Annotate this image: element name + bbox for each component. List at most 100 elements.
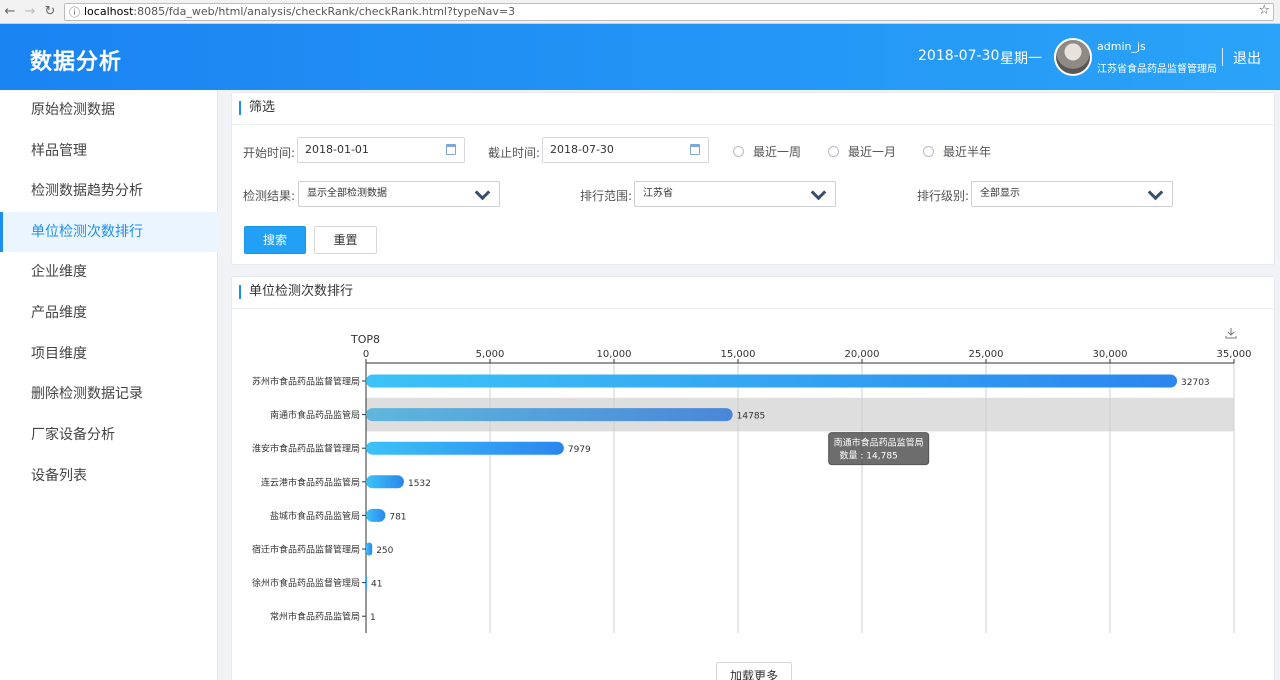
bar: [366, 441, 564, 455]
radio-label: 最近一月: [848, 145, 897, 159]
sidebar-item-raw-data[interactable]: 原始检测数据: [0, 90, 218, 130]
x-tick-label: 0: [363, 349, 369, 360]
radio-label: 最近半年: [943, 145, 992, 159]
sidebar: 原始检测数据 样品管理 检测数据趋势分析 单位检测次数排行 企业维度 产品维度 …: [0, 90, 218, 680]
radio-last-half-year[interactable]: 最近半年: [923, 143, 991, 160]
bar: [366, 475, 404, 489]
y-tick-label: 盐城市食品药品监管局: [270, 510, 360, 522]
range-select[interactable]: 江苏省: [634, 181, 836, 207]
sidebar-item-deleted[interactable]: 删除检测数据记录: [0, 374, 218, 414]
calendar-icon[interactable]: [690, 144, 700, 155]
avatar[interactable]: [1054, 38, 1092, 76]
radio-last-week[interactable]: 最近一周: [733, 143, 801, 160]
x-tick-label: 15,000: [721, 349, 756, 360]
result-select[interactable]: 显示全部检测数据: [298, 181, 500, 207]
radio-circle: [733, 146, 744, 157]
sidebar-item-product[interactable]: 产品维度: [0, 293, 218, 333]
range-label: 排行范围:: [580, 189, 633, 203]
app-title: 数据分析: [30, 50, 123, 75]
ranking-panel: 单位检测次数排行 TOP8 0 5,000 10,000 15,000 20,000 25,…: [231, 276, 1275, 680]
bar: [366, 408, 733, 422]
range-select-value: 江苏省: [643, 188, 673, 199]
end-date-value: 2018-07-30: [550, 143, 614, 156]
radio-circle: [828, 146, 839, 157]
chevron-down-icon: [1147, 184, 1164, 201]
logout-link[interactable]: 退出: [1233, 48, 1261, 68]
radio-last-month[interactable]: 最近一月: [828, 143, 896, 160]
data-label: 32703: [1181, 378, 1210, 388]
search-button[interactable]: 搜索: [244, 226, 306, 254]
result-label: 检测结果:: [243, 189, 296, 203]
bar: [366, 576, 368, 590]
x-tick-label: 30,000: [1093, 349, 1128, 360]
sidebar-item-rank[interactable]: 单位检测次数排行: [0, 212, 218, 252]
url-path: :8085/fda_web/html/analysis/checkRank/ch…: [133, 5, 516, 18]
radio-circle: [923, 146, 934, 157]
data-label: 781: [389, 512, 406, 522]
start-date-value: 2018-01-01: [305, 143, 369, 156]
x-tick-label: 25,000: [969, 349, 1004, 360]
radio-label: 最近一周: [753, 145, 802, 159]
data-label: 14785: [737, 412, 766, 422]
y-tick-label: 淮安市食品药品监督管理局: [252, 443, 360, 455]
divider: [232, 124, 1274, 125]
data-label: 1: [370, 613, 376, 623]
forward-icon[interactable]: →: [20, 2, 40, 22]
app-header: 数据分析 2018-07-30 星期一 admin_js 江苏省食品药品监督管理…: [0, 24, 1280, 90]
header-date: 2018-07-30: [918, 48, 1000, 64]
sidebar-item-project[interactable]: 项目维度: [0, 334, 218, 374]
user-org: 江苏省食品药品监督管理局: [1097, 64, 1217, 75]
reload-icon[interactable]: ↻: [40, 2, 60, 22]
sidebar-item-enterprise[interactable]: 企业维度: [0, 252, 218, 292]
start-date-label: 开始时间:: [243, 146, 296, 160]
x-tick-label: 20,000: [845, 349, 880, 360]
filter-panel: 筛选 开始时间: 2018-01-01 截止时间: 2018-07-30 最近一…: [231, 92, 1275, 265]
bar: [366, 542, 373, 556]
sidebar-item-samples[interactable]: 样品管理: [0, 131, 218, 171]
x-tick-label: 10,000: [597, 349, 632, 360]
sidebar-item-devices-analysis[interactable]: 厂家设备分析: [0, 415, 218, 455]
bar: [366, 508, 386, 522]
ranking-chart: TOP8 0 5,000 10,000 15,000 20,000 25,000 30,000…: [252, 333, 1252, 633]
y-tick-label: 苏州市食品药品监督管理局: [252, 376, 360, 388]
sidebar-item-trend[interactable]: 检测数据趋势分析: [0, 171, 218, 211]
data-label: 41: [371, 580, 382, 590]
reset-button[interactable]: 重置: [314, 226, 377, 254]
filter-title: 筛选: [239, 101, 275, 115]
back-icon[interactable]: ←: [0, 2, 20, 22]
data-label: 250: [376, 546, 393, 556]
calendar-icon[interactable]: [446, 144, 456, 155]
y-tick-label: 徐州市食品药品监督管理局: [252, 577, 360, 589]
level-select-value: 全部显示: [980, 188, 1020, 199]
data-label: 1532: [408, 479, 431, 489]
sidebar-item-device-list[interactable]: 设备列表: [0, 456, 218, 496]
chevron-down-icon: [810, 184, 827, 201]
page-info-icon[interactable]: ⓘ: [69, 4, 80, 20]
y-tick-label: 连云港市食品药品监管局: [261, 476, 360, 488]
tooltip-value: 数量 : 14,785: [840, 450, 898, 462]
level-label: 排行级别:: [917, 189, 970, 203]
x-tick-label: 35,000: [1217, 349, 1252, 360]
header-weekday: 星期一: [1000, 51, 1042, 67]
download-icon[interactable]: [1225, 327, 1237, 339]
y-tick-label: 常州市食品药品监管局: [270, 611, 360, 623]
bar: [366, 374, 1178, 388]
end-date-label: 截止时间:: [488, 146, 541, 160]
url-host: localhost: [84, 5, 134, 18]
address-bar[interactable]: ⓘ localhost:8085/fda_web/html/analysis/c…: [64, 2, 1274, 21]
level-select[interactable]: 全部显示: [971, 181, 1173, 207]
load-more-button[interactable]: 加载更多: [716, 662, 792, 680]
bookmark-star-icon[interactable]: ☆: [1258, 3, 1270, 18]
header-divider: [1222, 48, 1223, 66]
start-date-input[interactable]: 2018-01-01: [297, 137, 465, 163]
end-date-input[interactable]: 2018-07-30: [542, 137, 709, 163]
x-tick-label: 5,000: [476, 349, 505, 360]
user-name: admin_js: [1097, 40, 1146, 53]
chart-title: TOP8: [350, 333, 380, 346]
chevron-down-icon: [474, 184, 491, 201]
y-tick-label: 宿迁市食品药品监督管理局: [252, 544, 360, 556]
data-label: 7979: [568, 445, 591, 455]
tooltip-title: 南通市食品药品监管局: [834, 437, 924, 449]
y-tick-label: 南通市食品药品监管局: [270, 409, 360, 421]
browser-toolbar: ← → ↻ ⓘ localhost:8085/fda_web/html/anal…: [0, 0, 1280, 24]
